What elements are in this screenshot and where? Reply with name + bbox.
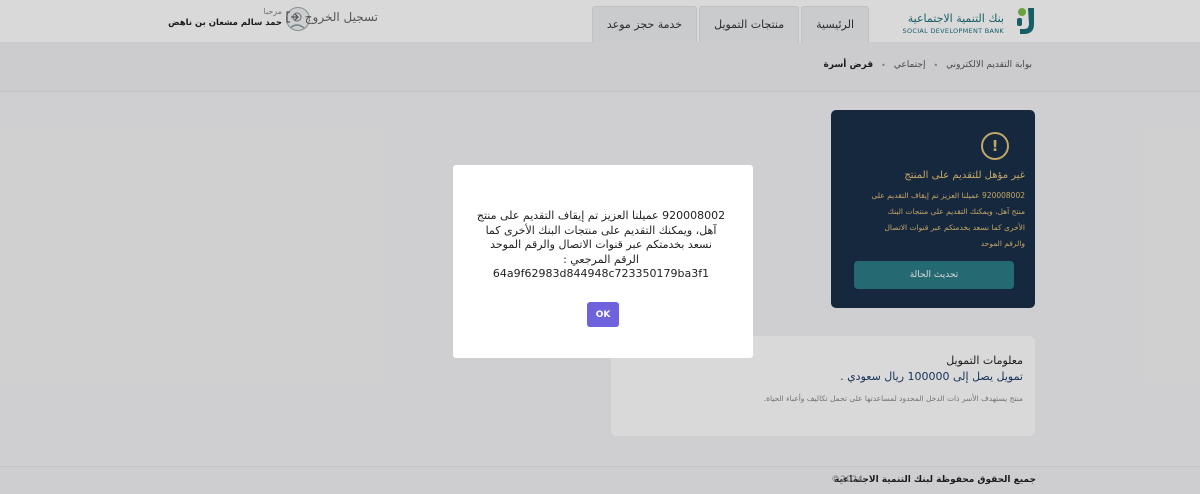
dialog-message: 920008002 عميلنا العزيز تم إيقاف التقديم… xyxy=(473,209,729,282)
dialog-line: نسعد بخدمتكم عبر قنوات الاتصال والرقم ال… xyxy=(490,238,712,251)
ok-button[interactable]: OK xyxy=(587,302,619,327)
dialog-reference-id: 64a9f62983d844948c723350179ba3f1 xyxy=(492,267,710,280)
dialog-line: 920008002 عميلنا العزيز تم إيقاف التقديم… xyxy=(476,209,726,222)
dialog-line: آهل، ويمكنك التقديم على منتجات البنك الأ… xyxy=(485,223,717,237)
dialog-reference-label: الرقم المرجعي : xyxy=(563,252,639,266)
alert-dialog: 920008002 عميلنا العزيز تم إيقاف التقديم… xyxy=(453,165,753,358)
